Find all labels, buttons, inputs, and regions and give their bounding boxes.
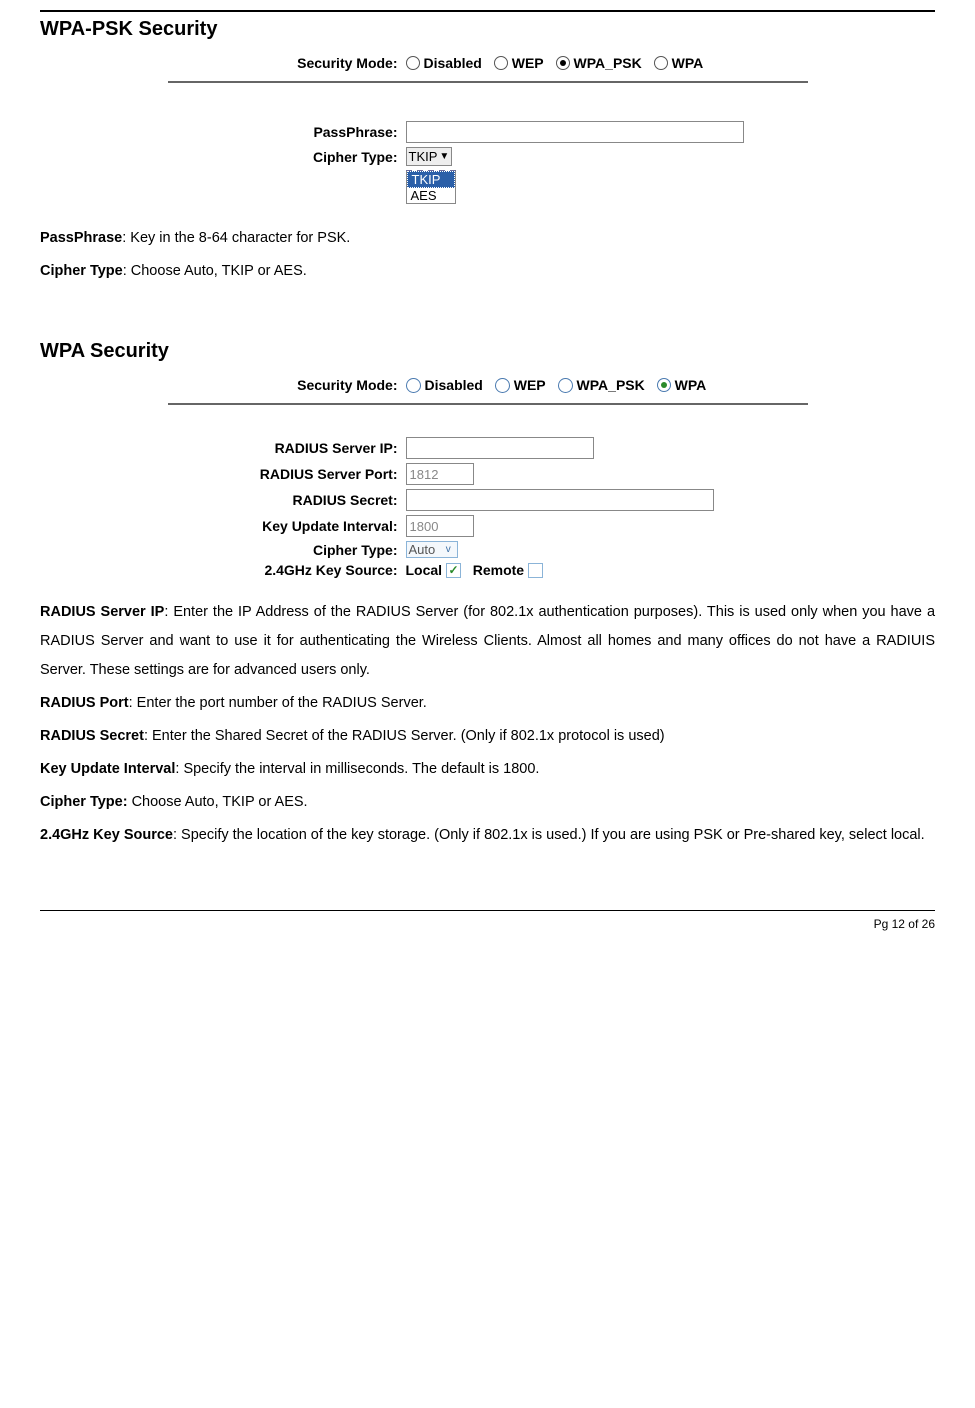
cipher-type-select-2[interactable]: Auto v xyxy=(406,541,459,558)
radio-wpa-psk-2[interactable] xyxy=(558,378,573,393)
radio-wpa-label-2: WPA xyxy=(675,377,707,393)
cipher-selected-value-2: Auto xyxy=(409,542,436,557)
security-mode-label: Security Mode: xyxy=(168,55,406,71)
passphrase-input[interactable] xyxy=(406,121,744,143)
key-source-remote-checkbox[interactable] xyxy=(528,563,543,578)
radio-wpa[interactable] xyxy=(654,56,668,70)
chevron-down-icon: ▼ xyxy=(439,151,449,162)
section-title-wpa-psk: WPA-PSK Security xyxy=(40,18,935,41)
cipher-type-select[interactable]: TKIP ▼ xyxy=(406,147,453,166)
key-source-remote-label: Remote xyxy=(473,562,524,578)
key-source-label: 2.4GHz Key Source: xyxy=(168,562,406,578)
cipher-description-2: Cipher Type: Choose Auto, TKIP or AES. xyxy=(40,788,935,817)
radius-ip-description: RADIUS Server IP: Enter the IP Address o… xyxy=(40,598,935,685)
section-title-wpa: WPA Security xyxy=(40,340,935,363)
radius-secret-label: RADIUS Secret: xyxy=(168,492,406,508)
cipher-selected-value: TKIP xyxy=(409,149,438,164)
key-source-description: 2.4GHz Key Source: Specify the location … xyxy=(40,821,935,850)
figure-wpa: Security Mode: Disabled WEP WPA_PSK WPA … xyxy=(168,377,808,578)
radio-disabled-label: Disabled xyxy=(424,55,482,71)
radius-ip-input[interactable] xyxy=(406,437,594,459)
radius-port-label: RADIUS Server Port: xyxy=(168,466,406,482)
cipher-type-label: Cipher Type: xyxy=(168,147,406,165)
radio-wep-label-2: WEP xyxy=(514,377,546,393)
radio-wpa-psk[interactable] xyxy=(556,56,570,70)
cipher-option-aes[interactable]: AES xyxy=(407,188,455,203)
cipher-option-tkip[interactable]: TKIP xyxy=(407,171,455,188)
key-update-description: Key Update Interval: Specify the interva… xyxy=(40,755,935,784)
radio-wep[interactable] xyxy=(494,56,508,70)
radius-secret-description: RADIUS Secret: Enter the Shared Secret o… xyxy=(40,722,935,751)
radius-port-description: RADIUS Port: Enter the port number of th… xyxy=(40,689,935,718)
key-source-local-checkbox[interactable] xyxy=(446,563,461,578)
cipher-type-label-2: Cipher Type: xyxy=(168,542,406,558)
radio-wep-label: WEP xyxy=(512,55,544,71)
key-update-label: Key Update Interval: xyxy=(168,518,406,534)
page-number: Pg 12 of 26 xyxy=(40,911,935,931)
radio-wpa-psk-label-2: WPA_PSK xyxy=(577,377,645,393)
cipher-description: Cipher Type: Choose Auto, TKIP or AES. xyxy=(40,257,935,286)
radio-disabled-2[interactable] xyxy=(406,378,421,393)
key-source-local-label: Local xyxy=(406,562,443,578)
chevron-down-icon-2: v xyxy=(441,543,455,557)
radio-disabled-label-2: Disabled xyxy=(425,377,483,393)
radio-wpa-label: WPA xyxy=(672,55,704,71)
radio-wep-2[interactable] xyxy=(495,378,510,393)
security-mode-label-2: Security Mode: xyxy=(168,377,406,393)
radius-port-input[interactable] xyxy=(406,463,474,485)
figure-wpa-psk: Security Mode: Disabled WEP WPA_PSK WPA … xyxy=(168,55,808,204)
radius-secret-input[interactable] xyxy=(406,489,714,511)
passphrase-label: PassPhrase: xyxy=(168,124,406,140)
key-update-input[interactable] xyxy=(406,515,474,537)
cipher-dropdown[interactable]: TKIP AES xyxy=(406,171,456,204)
passphrase-description: PassPhrase: Key in the 8-64 character fo… xyxy=(40,224,935,253)
radio-wpa-2[interactable] xyxy=(657,378,671,392)
radio-disabled[interactable] xyxy=(406,56,420,70)
radio-wpa-psk-label: WPA_PSK xyxy=(574,55,642,71)
radius-ip-label: RADIUS Server IP: xyxy=(168,440,406,456)
